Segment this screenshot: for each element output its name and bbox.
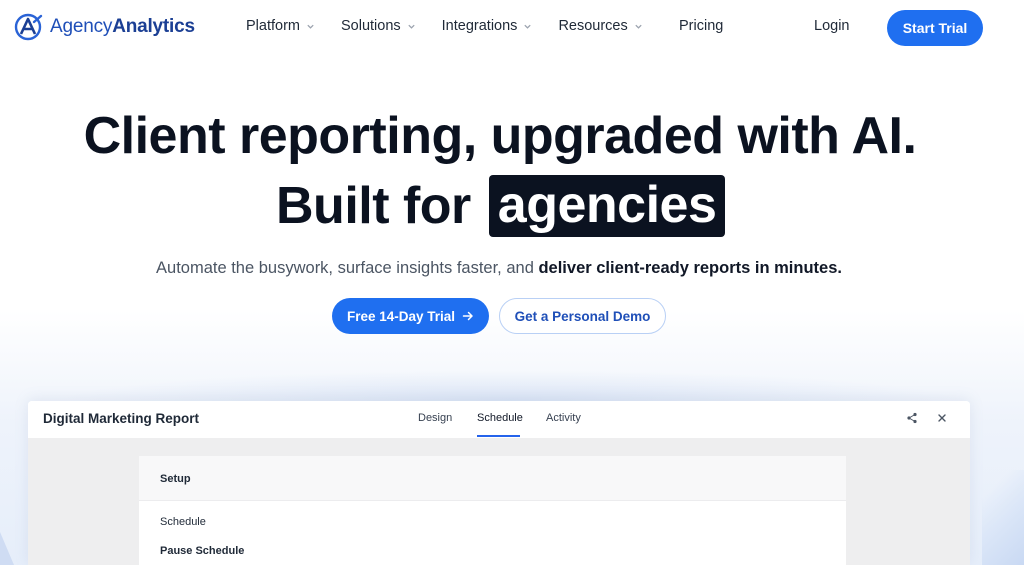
- chevron-down-icon: [307, 24, 314, 29]
- chevron-down-icon: [524, 24, 532, 29]
- hero-headline-highlight: agencies: [488, 175, 726, 237]
- nav-item-integrations[interactable]: Integrations: [442, 18, 533, 34]
- decorative-shape-left: [0, 532, 14, 565]
- tab-schedule[interactable]: Schedule: [477, 412, 523, 424]
- hero-subheadline-bold: deliver client-ready reports in minutes.: [538, 259, 842, 277]
- hero-headline-prefix: Built for: [276, 177, 471, 235]
- login-link[interactable]: Login: [814, 18, 849, 34]
- nav-item-label: Resources: [558, 18, 628, 34]
- pause-schedule-label: Pause Schedule: [160, 545, 245, 557]
- share-icon[interactable]: [906, 412, 918, 424]
- start-trial-button[interactable]: Start Trial: [887, 10, 983, 46]
- free-trial-button[interactable]: Free 14-Day Trial: [332, 298, 489, 334]
- arrow-right-icon: [462, 311, 473, 321]
- brand-name-bold: Analytics: [112, 16, 195, 37]
- hero-headline: Client reporting, upgraded with AI.: [83, 107, 917, 165]
- hero-headline-line2: Built for agencies: [276, 174, 726, 238]
- setup-heading: Setup: [160, 473, 191, 485]
- nav-menu: Platform Solutions Integrations Resource…: [246, 18, 669, 34]
- report-title: Digital Marketing Report: [43, 411, 200, 426]
- schedule-label: Schedule: [160, 516, 206, 528]
- active-tab-indicator: [477, 435, 520, 437]
- nav-item-resources[interactable]: Resources: [558, 18, 642, 34]
- nav-pricing-link[interactable]: Pricing: [679, 18, 723, 34]
- tab-design[interactable]: Design: [418, 412, 452, 424]
- report-preview-window: Digital Marketing Report Design Schedule…: [28, 401, 970, 565]
- decorative-shape-right: [982, 470, 1024, 565]
- free-trial-label: Free 14-Day Trial: [346, 308, 456, 324]
- chevron-down-icon: [635, 24, 642, 29]
- personal-demo-button[interactable]: Get a Personal Demo: [499, 298, 666, 334]
- preview-body: Setup Schedule Pause Schedule: [28, 438, 970, 565]
- brand-logo[interactable]: AgencyAnalytics: [14, 12, 195, 42]
- nav-item-label: Integrations: [441, 18, 518, 34]
- setup-card: Setup Schedule Pause Schedule: [139, 456, 846, 565]
- nav-item-label: Platform: [246, 18, 300, 34]
- preview-header: Digital Marketing Report Design Schedule…: [28, 401, 970, 438]
- hero-subheadline: Automate the busywork, surface insights …: [0, 259, 998, 278]
- agencyanalytics-logo-icon: [14, 13, 43, 41]
- chevron-down-icon: [408, 24, 415, 29]
- nav-item-label: Solutions: [341, 18, 401, 34]
- hero-subheadline-plain: Automate the busywork, surface insights …: [156, 259, 539, 277]
- setup-card-header: Setup: [139, 456, 846, 501]
- brand-name: AgencyAnalytics: [50, 16, 195, 38]
- nav-item-platform[interactable]: Platform: [246, 18, 315, 34]
- tab-activity[interactable]: Activity: [546, 412, 581, 424]
- brand-name-light: Agency: [50, 16, 113, 37]
- nav-item-solutions[interactable]: Solutions: [341, 18, 416, 34]
- close-icon[interactable]: [936, 412, 948, 424]
- top-navigation: AgencyAnalytics Platform Solutions Integ…: [0, 0, 1024, 56]
